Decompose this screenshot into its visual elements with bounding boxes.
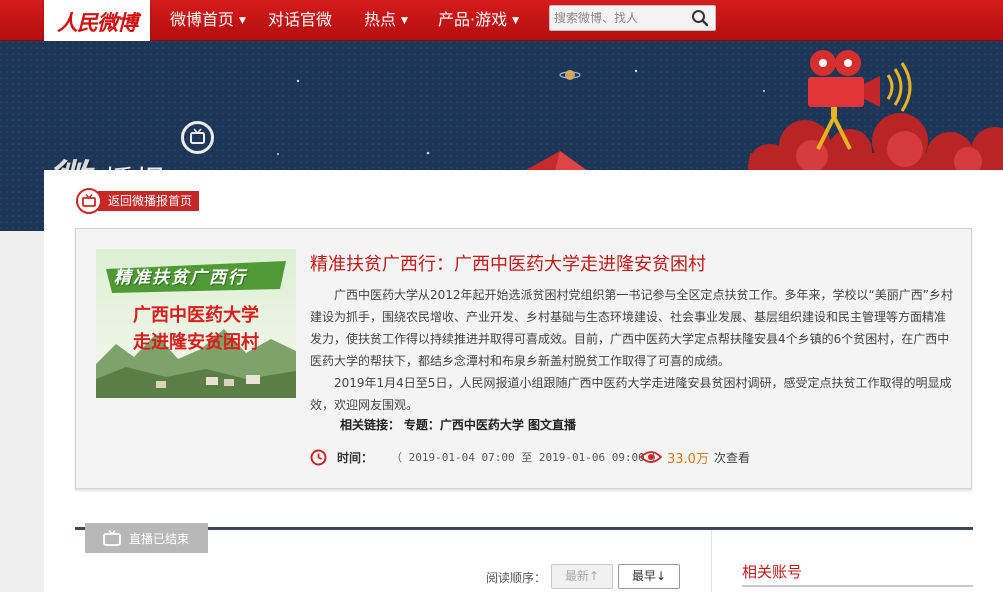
chevron-down-icon: ▼ xyxy=(512,16,520,26)
thumbnail-caption-3: 走进隆安贫困村 xyxy=(133,332,259,353)
live-status-label: 直播已结束 xyxy=(129,531,190,546)
nav-official-dialog[interactable]: 对话官微 xyxy=(268,0,332,40)
tv-icon xyxy=(103,530,121,546)
item-description: 广西中医药大学从2012年起开始选派贫困村党组织第一书记参与全区定点扶贫工作。多… xyxy=(310,284,954,416)
site-logo[interactable]: 人民微博 xyxy=(44,0,150,44)
related-links-value[interactable]: 专题：广西中医药大学 图文直播 xyxy=(404,418,576,432)
chevron-down-icon: ▼ xyxy=(239,16,246,26)
read-order-label: 阅读顺序： xyxy=(486,571,547,585)
view-count-number: 33.0万 xyxy=(667,451,709,467)
section-divider xyxy=(75,527,973,530)
nav-products-games[interactable]: 产品·游戏 ▼ xyxy=(438,0,519,40)
nav-hot[interactable]: 热点 ▼ xyxy=(364,0,408,40)
related-links: 相关链接： 专题：广西中医药大学 图文直播 xyxy=(340,416,576,433)
tv-icon xyxy=(76,188,102,214)
view-count: 33.0万 次查看 xyxy=(640,447,750,467)
clock-icon xyxy=(310,449,327,465)
thumbnail-image[interactable]: 精准扶贫广西行 广西中医药大学 走进隆安贫困村 xyxy=(96,249,296,398)
tv-icon xyxy=(181,121,214,154)
thumbnail-caption-2: 广西中医药大学 xyxy=(133,305,259,326)
nav-official-dialog-label: 对话官微 xyxy=(268,10,333,29)
chevron-down-icon: ▼ xyxy=(401,16,408,26)
nav-weibo-home-label: 微博首页 xyxy=(170,10,235,29)
tv-icon-glyph xyxy=(190,128,205,144)
description-paragraph-1: 广西中医药大学从2012年起开始选派贫困村党组织第一书记参与全区定点扶贫工作。多… xyxy=(310,288,953,368)
site-logo-text: 人民微博 xyxy=(57,10,138,35)
search-box xyxy=(549,5,716,31)
sidebar-divider xyxy=(711,530,712,592)
live-status-badge: 直播已结束 xyxy=(85,523,208,553)
sort-oldest-button[interactable]: 最早↓ xyxy=(618,564,680,589)
search-icon[interactable] xyxy=(691,9,709,27)
back-to-home-label: 返回微播报首页 xyxy=(98,191,200,211)
top-nav-bar: 人民微博 微博首页 ▼ 对话官微 热点 ▼ 产品·游戏 ▼ xyxy=(0,0,1003,44)
description-paragraph-2: 2019年1月4日至5日，人民网报道小组跟随广西中医药大学走进隆安县贫困村调研，… xyxy=(310,376,952,412)
related-links-label: 相关链接： xyxy=(340,418,401,432)
search-input[interactable] xyxy=(554,9,682,27)
back-to-home-link[interactable]: 返回微播报首页 xyxy=(76,187,200,215)
thumbnail-caption-1: 精准扶贫广西行 xyxy=(114,268,247,288)
time-row: 时间： （ 2019-01-04 07:00 至 2019-01-06 09:0… xyxy=(310,447,662,467)
nav-weibo-home[interactable]: 微博首页 ▼ xyxy=(170,0,246,40)
time-label: 时间： xyxy=(337,450,374,465)
related-accounts-underline xyxy=(742,585,973,587)
item-title[interactable]: 精准扶贫广西行：广西中医药大学走进隆安贫困村 xyxy=(310,250,706,276)
related-accounts-title: 相关账号 xyxy=(742,563,803,581)
nav-hot-label: 热点 xyxy=(364,10,397,29)
eye-icon xyxy=(640,451,662,463)
nav-products-games-label: 产品·游戏 xyxy=(438,10,508,29)
view-count-unit: 次查看 xyxy=(713,450,750,465)
time-value: （ 2019-01-04 07:00 至 2019-01-06 09:00 ） xyxy=(391,451,663,464)
sort-newest-button[interactable]: 最新↑ xyxy=(551,564,613,589)
tv-icon-glyph xyxy=(82,194,96,207)
